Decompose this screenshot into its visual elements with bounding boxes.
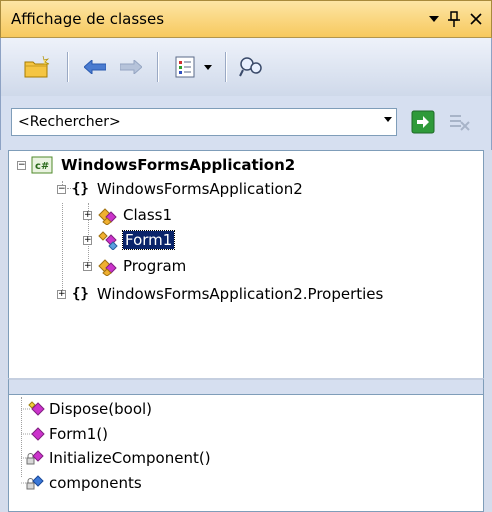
new-folder-icon bbox=[24, 56, 50, 78]
class-name: Class1 bbox=[123, 206, 173, 224]
clear-search-button[interactable] bbox=[447, 110, 471, 134]
tree-node-class[interactable]: + Program bbox=[83, 254, 186, 278]
dropdown-arrow-icon bbox=[429, 16, 439, 22]
window-options-button[interactable] bbox=[425, 9, 443, 29]
namespace-icon: {} bbox=[72, 181, 89, 197]
member-item[interactable]: Dispose(bool) bbox=[15, 397, 152, 421]
members-list[interactable]: Dispose(bool) Form1() InitializeComponen… bbox=[8, 394, 484, 512]
class-icon bbox=[98, 259, 117, 276]
tree-node-namespace[interactable]: − {} WindowsFormsApplication2 bbox=[57, 177, 303, 201]
search-combobox[interactable] bbox=[11, 108, 397, 136]
find-symbol-icon bbox=[239, 57, 262, 77]
class-icon bbox=[98, 208, 117, 225]
pane-splitter[interactable] bbox=[8, 378, 484, 394]
expand-toggle[interactable]: + bbox=[83, 210, 92, 220]
chevron-down-icon[interactable] bbox=[384, 117, 392, 122]
namespace-name: WindowsFormsApplication2 bbox=[96, 180, 303, 198]
class-name: Form1 bbox=[121, 230, 176, 250]
tree-node-class[interactable]: + Class1 bbox=[83, 203, 172, 227]
private-field-icon bbox=[21, 475, 44, 490]
collapse-toggle[interactable]: − bbox=[57, 184, 66, 194]
member-name: components bbox=[49, 474, 142, 492]
clear-search-icon bbox=[450, 115, 470, 131]
class-name: Program bbox=[123, 257, 187, 275]
forward-button[interactable] bbox=[117, 53, 145, 81]
find-symbol-button[interactable] bbox=[237, 53, 265, 81]
class-tree-view[interactable]: − c# WindowsFormsApplication2 − {} Windo… bbox=[8, 150, 484, 378]
toolbar-separator bbox=[225, 52, 226, 82]
namespace-icon: {} bbox=[72, 286, 89, 302]
new-folder-button[interactable] bbox=[23, 53, 51, 81]
close-button[interactable] bbox=[467, 9, 485, 29]
member-item[interactable]: InitializeComponent() bbox=[15, 446, 211, 470]
toolbar bbox=[0, 38, 492, 96]
expand-toggle[interactable]: + bbox=[83, 261, 92, 271]
tree-node-class-selected[interactable]: + Form1 bbox=[83, 228, 176, 252]
go-search-button[interactable] bbox=[411, 110, 435, 134]
member-name: Dispose(bool) bbox=[49, 400, 153, 418]
member-item[interactable]: Form1() bbox=[15, 422, 108, 446]
view-settings-button[interactable] bbox=[171, 53, 199, 81]
member-name: InitializeComponent() bbox=[49, 449, 211, 467]
private-method-icon bbox=[21, 450, 44, 465]
form-class-icon bbox=[98, 231, 118, 250]
view-settings-dropdown[interactable] bbox=[199, 53, 217, 81]
window-title: Affichage de classes bbox=[11, 10, 165, 28]
project-name: WindowsFormsApplication2 bbox=[61, 156, 296, 174]
expand-toggle[interactable]: + bbox=[83, 235, 92, 245]
member-name: Form1() bbox=[49, 425, 109, 443]
svg-text:c#: c# bbox=[35, 161, 49, 172]
member-item[interactable]: components bbox=[15, 471, 142, 495]
pin-button[interactable] bbox=[445, 9, 463, 29]
dropdown-icon bbox=[204, 64, 212, 70]
collapse-toggle[interactable]: − bbox=[17, 160, 26, 170]
view-settings-icon bbox=[175, 56, 195, 78]
method-override-icon bbox=[21, 401, 45, 416]
forward-arrow-icon bbox=[120, 60, 142, 74]
namespace-name: WindowsFormsApplication2.Properties bbox=[96, 285, 384, 303]
expand-toggle[interactable]: + bbox=[57, 289, 66, 299]
csharp-project-icon: c# bbox=[31, 156, 53, 174]
class-view-window: Affichage de classes <Rechercher> − c# W… bbox=[0, 0, 492, 512]
close-icon bbox=[470, 13, 482, 25]
tree-node-project[interactable]: − c# WindowsFormsApplication2 bbox=[17, 153, 295, 177]
back-arrow-icon bbox=[84, 60, 106, 74]
back-button[interactable] bbox=[81, 53, 109, 81]
search-bar bbox=[0, 96, 492, 150]
go-arrow-icon bbox=[411, 110, 435, 134]
method-icon bbox=[21, 427, 45, 441]
search-input[interactable] bbox=[14, 111, 372, 133]
toolbar-separator bbox=[67, 52, 68, 82]
title-bar: Affichage de classes bbox=[0, 0, 492, 38]
toolbar-separator bbox=[157, 52, 158, 82]
pin-icon bbox=[448, 11, 460, 27]
tree-node-namespace[interactable]: + {} WindowsFormsApplication2.Properties bbox=[57, 282, 383, 306]
